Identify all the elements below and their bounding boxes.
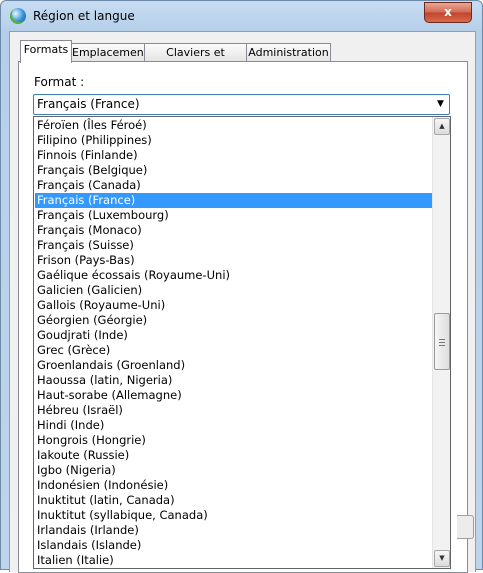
list-item[interactable]: Français (Canada) [35, 178, 434, 193]
list-item[interactable]: Iakoute (Russie) [35, 448, 434, 463]
list-item[interactable]: Groenlandais (Groenland) [35, 358, 434, 373]
list-item[interactable]: Goudjrati (Inde) [35, 328, 434, 343]
list-item[interactable]: Gaélique écossais (Royaume-Uni) [35, 268, 434, 283]
scroll-down-arrow-icon[interactable]: ▼ [434, 550, 450, 567]
format-options-list: Féroïen (Îles Féroé) Filipino (Philippine… [34, 117, 434, 568]
title-bar[interactable]: Région et langue x [1, 1, 482, 31]
list-item[interactable]: Irlandais (Irlande) [35, 523, 434, 538]
list-item[interactable]: Grec (Grèce) [35, 343, 434, 358]
list-item[interactable]: Islandais (Islande) [35, 538, 434, 553]
format-selected-value: Français (France) [37, 97, 140, 111]
scrollbar-thumb[interactable] [434, 313, 450, 370]
tab-claviers-et-langues[interactable]: Claviers et langues [144, 43, 247, 76]
list-item-selected[interactable]: Français (France) [35, 193, 434, 208]
list-item[interactable]: Frison (Pays-Bas) [35, 253, 434, 268]
list-item[interactable]: Géorgien (Géorgie) [35, 313, 434, 328]
list-item[interactable]: Français (Monaco) [35, 223, 434, 238]
list-item[interactable]: Galicien (Galicien) [35, 283, 434, 298]
region-language-window: Région et langue x Formats Emplacement C… [0, 0, 483, 573]
list-item[interactable]: Igbo (Nigeria) [35, 463, 434, 478]
tab-emplacement[interactable]: Emplacement [71, 43, 148, 62]
grip-icon [439, 339, 445, 346]
list-item[interactable]: Inuktitut (syllabique, Canada) [35, 508, 434, 523]
list-item[interactable]: Français (Suisse) [35, 238, 434, 253]
list-item[interactable]: Haoussa (latin, Nigeria) [35, 373, 434, 388]
list-item[interactable]: Filipino (Philippines) [35, 133, 434, 148]
list-item[interactable]: Féroïen (Îles Féroé) [35, 118, 434, 133]
list-item[interactable]: Finnois (Finlande) [35, 148, 434, 163]
close-button[interactable]: x [424, 2, 472, 23]
format-dropdown-list[interactable]: Féroïen (Îles Féroé) Filipino (Philippine… [33, 116, 451, 569]
dropdown-scrollbar[interactable]: ▲ ▼ [432, 117, 450, 568]
list-item[interactable]: Gallois (Royaume-Uni) [35, 298, 434, 313]
list-item[interactable]: Hébreu (Israël) [35, 403, 434, 418]
list-item[interactable]: Italien (Italie) [35, 553, 434, 568]
tab-administration[interactable]: Administration [246, 43, 331, 62]
list-item[interactable]: Hongrois (Hongrie) [35, 433, 434, 448]
list-item[interactable]: Hindi (Inde) [35, 418, 434, 433]
window-title: Région et langue [33, 9, 135, 23]
list-item[interactable]: Indonésien (Indonésie) [35, 478, 434, 493]
format-label: Format : [34, 75, 85, 89]
format-combobox[interactable]: Français (France) ▼ [33, 94, 450, 115]
list-item[interactable]: Français (Belgique) [35, 163, 434, 178]
list-item[interactable]: Inuktitut (latin, Canada) [35, 493, 434, 508]
tab-formats[interactable]: Formats [20, 40, 72, 63]
hidden-button-edge [457, 515, 474, 539]
scroll-up-arrow-icon[interactable]: ▲ [434, 118, 450, 135]
globe-icon [10, 8, 26, 24]
chevron-down-icon[interactable]: ▼ [432, 95, 449, 114]
list-item[interactable]: Haut-sorabe (Allemagne) [35, 388, 434, 403]
list-item[interactable]: Français (Luxembourg) [35, 208, 434, 223]
